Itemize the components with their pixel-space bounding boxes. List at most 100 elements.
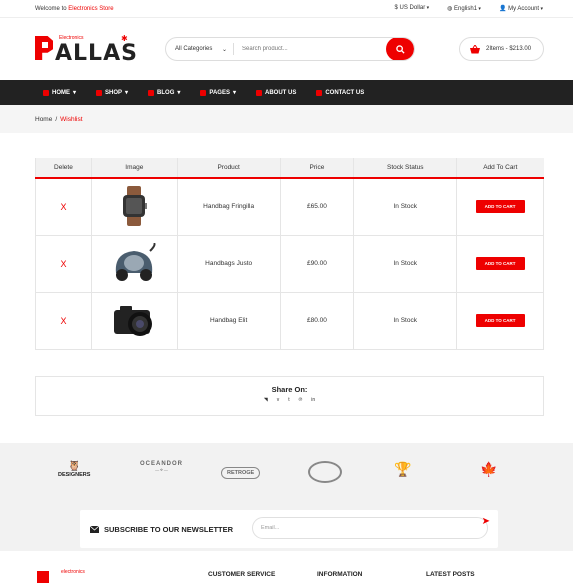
cart-button[interactable]: 2Items - $213.00 <box>459 37 544 61</box>
nav-contact[interactable]: CONTACT US <box>316 89 365 96</box>
nav-home[interactable]: HOME ▾ <box>43 89 76 96</box>
col-delete: Delete <box>35 158 92 179</box>
brand-logo-maple[interactable]: 🍁 <box>480 461 497 478</box>
badge-icon <box>308 461 342 483</box>
cart-summary: 2Items - $213.00 <box>486 46 532 52</box>
breadcrumb-home[interactable]: Home <box>35 116 52 123</box>
search-input[interactable] <box>234 46 386 52</box>
logo-star-icon: ✱ <box>121 34 128 43</box>
stock-status: In Stock <box>353 291 458 350</box>
language-label: English1 <box>454 6 481 12</box>
home-icon <box>43 89 49 96</box>
brand-logo-badge[interactable] <box>308 461 342 483</box>
welcome-prefix: Welcome to <box>35 5 67 12</box>
language-selector[interactable]: ◍ English1 <box>447 5 481 12</box>
nav-about-label: ABOUT US <box>264 89 297 96</box>
wishlist-table: Delete Image Product Price Stock Status … <box>35 158 544 350</box>
logo-word: ALLAS <box>55 41 138 66</box>
footer-col-information: INFORMATION <box>317 571 363 578</box>
currency-label: US Dollar <box>400 5 430 11</box>
nav-about[interactable]: ABOUT US <box>255 89 297 96</box>
nav-contact-label: CONTACT US <box>325 89 365 96</box>
share-icons: ◥ v t ℗ in <box>36 397 543 403</box>
product-name[interactable]: Handbag Fringilla <box>176 177 281 236</box>
account-label: My Account <box>508 6 543 12</box>
footer-col-latest-posts: LATEST POSTS <box>426 571 475 578</box>
add-to-cart-button[interactable]: ADD TO CART <box>475 257 525 270</box>
brand-name: DESIGNERS <box>58 472 91 478</box>
header: Electronics ALLAS ✱ All Categories ⌄ 2It… <box>0 18 573 80</box>
delete-button[interactable]: X <box>60 316 66 326</box>
search-button[interactable] <box>386 38 414 60</box>
owl-icon: 🦉 <box>67 461 81 472</box>
smartwatch-image <box>123 185 148 226</box>
product-price: £90.00 <box>279 234 355 293</box>
brand-tagline-icon: — ⟡ — <box>155 467 168 472</box>
footer: electronics CUSTOMER SERVICE INFORMATION… <box>0 551 573 583</box>
table-row: X Handbag Fringilla £65.00 In Stock ADD … <box>35 177 544 236</box>
category-select[interactable]: All Categories ⌄ <box>166 43 234 55</box>
nav-shop-label: SHOP <box>105 89 123 96</box>
nav-pages[interactable]: PAGES ▾ <box>200 89 236 96</box>
col-price: Price <box>279 158 354 179</box>
site-logo[interactable]: Electronics ALLAS ✱ <box>35 34 138 66</box>
stock-status: In Stock <box>353 234 458 293</box>
welcome-store-name: Electronics Store <box>68 5 114 12</box>
share-box: Share On: ◥ v t ℗ in <box>35 376 544 416</box>
logo-mark <box>35 36 53 60</box>
product-name[interactable]: Handbags Justo <box>176 234 281 293</box>
table-row: X Handbags Justo £90.00 In Stock ADD TO … <box>35 234 544 293</box>
rss-icon[interactable]: ◥ <box>264 397 268 403</box>
newsletter-title: SUBSCRIBE TO OUR NEWSLETTER <box>104 524 234 534</box>
tumblr-icon[interactable]: t <box>288 397 289 403</box>
main-nav: HOME ▾ SHOP ▾ BLOG ▾ PAGES ▾ ABOUT US CO… <box>0 80 573 105</box>
vimeo-icon[interactable]: v <box>277 397 280 403</box>
account-menu[interactable]: 👤 My Account <box>499 5 543 12</box>
table-row: X Handbag Elit £80.00 In Stock ADD TO CA… <box>35 291 544 350</box>
nav-shop[interactable]: SHOP ▾ <box>96 89 128 96</box>
newsletter-email-input[interactable]: Email... <box>252 517 488 539</box>
product-name[interactable]: Handbag Elit <box>176 291 281 350</box>
delete-button[interactable]: X <box>60 202 66 212</box>
brand-logo-retroge[interactable]: RETROGE <box>221 467 261 479</box>
welcome-text: Welcome to Electronics Store <box>35 6 114 12</box>
contact-icon <box>316 89 323 96</box>
maple-leaf-icon: 🍁 <box>480 461 498 477</box>
breadcrumb-separator: / <box>55 115 58 123</box>
product-price: £80.00 <box>279 291 355 350</box>
product-price: £65.00 <box>279 177 355 236</box>
nav-blog[interactable]: BLOG ▾ <box>148 89 180 96</box>
currency-selector[interactable]: $ US Dollar <box>395 5 430 12</box>
brand-logo-designers[interactable]: 🦉 DESIGNERS <box>58 461 90 478</box>
table-header-row: Delete Image Product Price Stock Status … <box>35 158 544 179</box>
linkedin-icon[interactable]: in <box>311 397 315 403</box>
newsletter-placeholder: Email... <box>261 525 280 531</box>
brand-logo-oceandor[interactable]: OCEANDOR — ⟡ — <box>140 461 183 472</box>
add-to-cart-button[interactable]: ADD TO CART <box>475 314 525 327</box>
breadcrumb-current: Wishlist <box>60 115 83 123</box>
product-image-vacuum[interactable] <box>90 234 178 293</box>
footer-col-customer-service: CUSTOMER SERVICE <box>208 571 276 578</box>
stock-status: In Stock <box>353 177 458 236</box>
col-image: Image <box>90 158 178 179</box>
newsletter-bar: SUBSCRIBE TO OUR NEWSLETTER Email... ➤ <box>80 510 498 548</box>
col-stock: Stock Status <box>353 158 457 179</box>
col-product: Product <box>176 158 281 179</box>
brand-name: RETROGE <box>227 470 255 476</box>
delete-button[interactable]: X <box>60 259 66 269</box>
footer-logo-mark <box>37 571 49 583</box>
share-title: Share On: <box>271 385 308 394</box>
about-icon <box>255 89 262 96</box>
nav-home-label: HOME <box>52 89 70 96</box>
send-icon[interactable]: ➤ <box>482 516 490 527</box>
vacuum-image <box>116 241 156 281</box>
pages-icon <box>200 89 207 96</box>
product-image-camera[interactable] <box>90 291 178 350</box>
product-image-smartwatch[interactable] <box>90 177 178 236</box>
add-to-cart-button[interactable]: ADD TO CART <box>475 200 525 214</box>
footer-logo-subtitle: electronics <box>61 569 85 575</box>
trophy-icon: 🏆 <box>394 461 412 477</box>
search-icon <box>395 44 405 54</box>
pinterest-icon[interactable]: ℗ <box>299 397 303 403</box>
brand-logo-trophy[interactable]: 🏆 <box>394 461 411 478</box>
